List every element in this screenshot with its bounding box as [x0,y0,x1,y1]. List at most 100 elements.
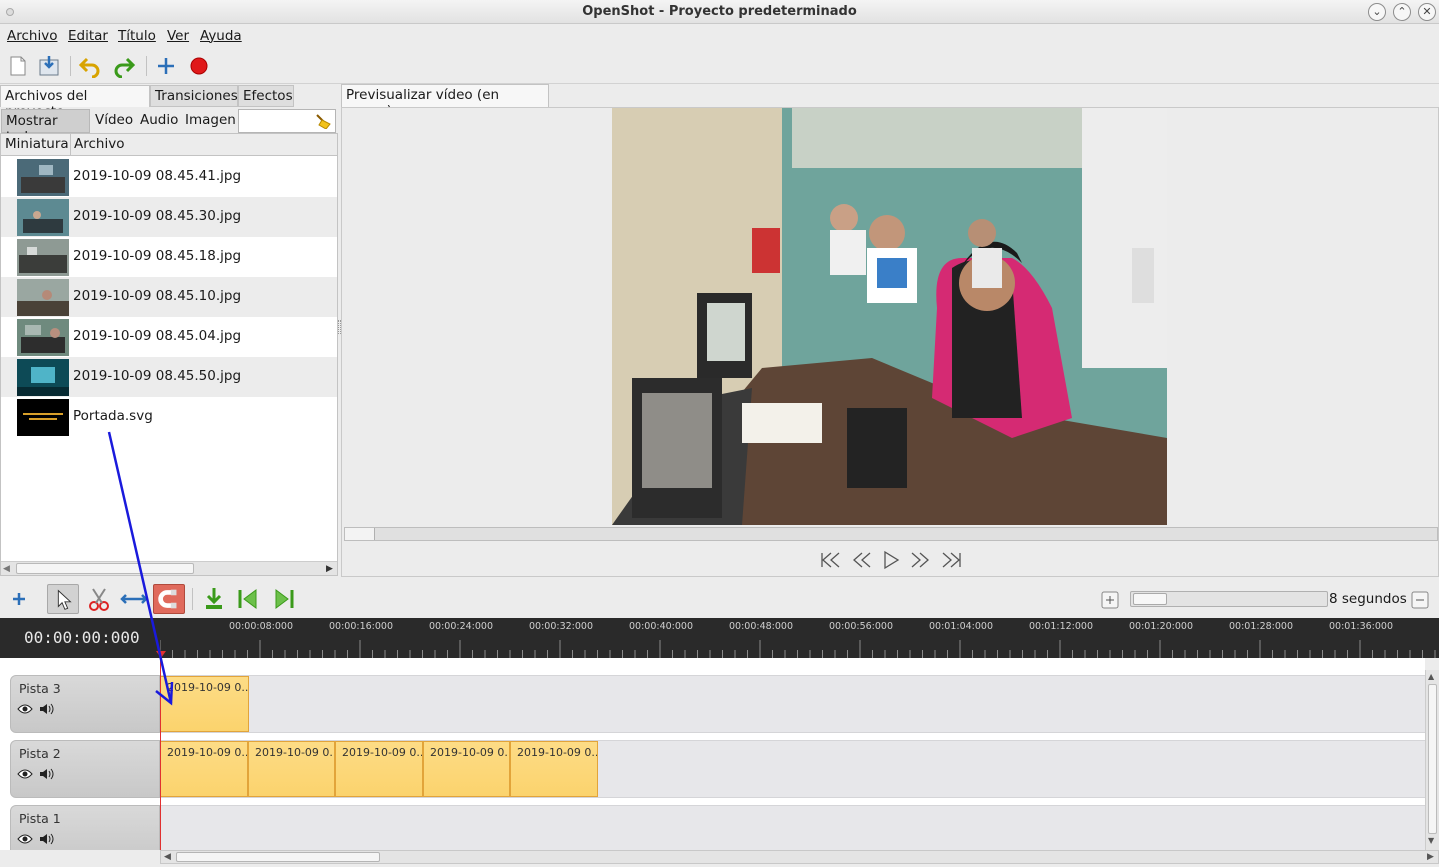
file-name: 2019-10-09 08.45.04.jpg [73,328,242,344]
export-video-icon[interactable] [187,54,211,78]
timeline-clip[interactable]: 2019-10-09 0... [248,741,335,797]
add-track-icon[interactable] [3,584,35,614]
ruler-tick-label: 00:01:28:000 [1229,621,1293,632]
scroll-right-icon[interactable]: ▶ [326,564,333,574]
razor-tool-icon[interactable] [83,584,115,614]
menu-ayuda[interactable]: Ayuda [200,28,242,44]
scroll-down-icon[interactable]: ▼ [1428,836,1434,845]
eye-icon[interactable] [17,832,33,846]
current-time-display: 00:00:00:000 [24,628,140,647]
track-header-2[interactable]: Pista 2 [10,740,160,798]
menu-ver[interactable]: Ver [167,28,189,44]
track-lane-3[interactable] [160,675,1425,733]
rewind-icon[interactable] [849,550,873,570]
file-name: 2019-10-09 08.45.50.jpg [73,368,242,384]
filter-show-all[interactable]: Mostrar todo [1,109,90,145]
timeline-clip[interactable]: 2019-10-09 0... [160,741,248,797]
zoom-slider-handle[interactable] [1133,593,1167,605]
file-row[interactable]: 2019-10-09 08.45.30.jpg [1,197,337,237]
playhead-line[interactable] [160,658,161,850]
ruler-tick-label: 00:00:40:000 [629,621,693,632]
ruler-tick-label: 00:01:12:000 [1029,621,1093,632]
jump-start-icon[interactable] [819,550,843,570]
previous-marker-icon[interactable] [232,584,264,614]
file-row[interactable]: 2019-10-09 08.45.18.jpg [1,237,337,277]
track-header-3[interactable]: Pista 3 [10,675,160,733]
timeline-clip[interactable]: 2019-10-09 0... [423,741,510,797]
close-icon[interactable]: ✕ [1418,3,1436,21]
tab-effects[interactable]: Efectos [238,85,294,107]
track-header-1[interactable]: Pista 1 [10,805,160,850]
timeline-clip[interactable]: 2019-10-09 0... [510,741,598,797]
filter-image[interactable]: Imagen [181,109,240,133]
ruler-tick-label: 00:01:36:000 [1329,621,1393,632]
minimize-icon[interactable]: ⌄ [1368,3,1386,21]
thumbnail-image [17,319,69,356]
maximize-icon[interactable]: ⌃ [1393,3,1411,21]
speaker-icon[interactable] [38,767,54,781]
center-timeline-icon[interactable] [118,584,150,614]
tracks-vertical-scrollbar[interactable]: ▲ ▼ [1425,670,1439,850]
files-horizontal-scrollbar[interactable]: ◀ ▶ [1,561,337,575]
seek-thumb[interactable] [345,528,375,540]
file-row[interactable]: 2019-10-09 08.45.50.jpg [1,357,337,397]
play-icon[interactable] [879,550,903,570]
scroll-right-icon[interactable]: ▶ [1427,852,1434,862]
speaker-icon[interactable] [38,702,54,716]
save-project-icon[interactable] [37,54,61,78]
file-row[interactable]: 2019-10-09 08.45.41.jpg [1,157,337,197]
select-tool-icon[interactable] [47,584,79,614]
scrollbar-thumb[interactable] [16,563,194,574]
scrollbar-thumb[interactable] [176,852,380,862]
playhead-marker-icon[interactable] [156,651,166,658]
fast-forward-icon[interactable] [909,550,933,570]
file-row[interactable]: 2019-10-09 08.45.10.jpg [1,277,337,317]
filter-video[interactable]: Vídeo [91,109,137,133]
ruler-tick-label: 00:00:56:000 [829,621,893,632]
scroll-left-icon[interactable]: ◀ [164,852,171,862]
tab-project-files[interactable]: Archivos del proyecto [0,85,150,120]
tab-transitions[interactable]: Transiciones [150,85,238,107]
menu-titulo[interactable]: Título [118,28,156,44]
menu-bar: Archivo Editar Título Ver Ayuda [0,24,1439,48]
track-lane-1[interactable] [160,805,1425,850]
timeline-clip[interactable]: 2019-10-09 0... [160,676,249,732]
eye-icon[interactable] [17,702,33,716]
tab-video-preview[interactable]: Previsualizar vídeo (en pausa) [341,84,549,119]
column-file[interactable]: Archivo [74,136,124,152]
speaker-icon[interactable] [38,832,54,846]
new-project-icon[interactable] [6,54,30,78]
undo-icon[interactable] [78,54,102,78]
filter-audio[interactable]: Audio [136,109,182,133]
file-name: 2019-10-09 08.45.18.jpg [73,248,242,264]
zoom-level-label: 8 segundos [1329,591,1407,607]
file-row[interactable]: Portada.svg [1,397,337,437]
menu-editar[interactable]: Editar [68,28,108,44]
timeline-ruler[interactable]: 00:00:00:000 00:00:08:000 00:00:16:000 00:… [0,618,1439,658]
timeline-horizontal-scrollbar[interactable]: ◀ ▶ [160,850,1439,864]
scroll-left-icon[interactable]: ◀ [3,564,10,574]
clear-filter-broom-icon[interactable] [314,113,332,129]
column-thumbnail[interactable]: Miniatura [5,136,69,152]
zoom-slider[interactable] [1130,591,1328,607]
timeline-toolbar: 8 segundos [0,580,1439,618]
jump-end-icon[interactable] [939,550,963,570]
toolbar-divider [70,56,71,76]
eye-icon[interactable] [17,767,33,781]
snapping-magnet-icon[interactable] [153,584,185,614]
preview-seek-scrollbar[interactable] [344,527,1438,541]
zoom-out-icon[interactable] [1411,591,1429,609]
file-row[interactable]: 2019-10-09 08.45.04.jpg [1,317,337,357]
timeline-clip[interactable]: 2019-10-09 0... [335,741,423,797]
redo-icon[interactable] [112,54,136,78]
next-marker-icon[interactable] [268,584,300,614]
menu-archivo[interactable]: Archivo [7,28,57,44]
scrollbar-thumb[interactable] [1428,684,1437,834]
ruler-tick-label: 00:00:48:000 [729,621,793,632]
scroll-up-icon[interactable]: ▲ [1428,672,1434,681]
project-files-list: Miniatura Archivo 2019-10-09 08.45.41.jp… [0,133,338,576]
import-files-icon[interactable] [154,54,178,78]
zoom-in-icon[interactable] [1101,591,1119,609]
add-marker-icon[interactable] [198,584,230,614]
ruler-tick-label: 00:00:24:000 [429,621,493,632]
